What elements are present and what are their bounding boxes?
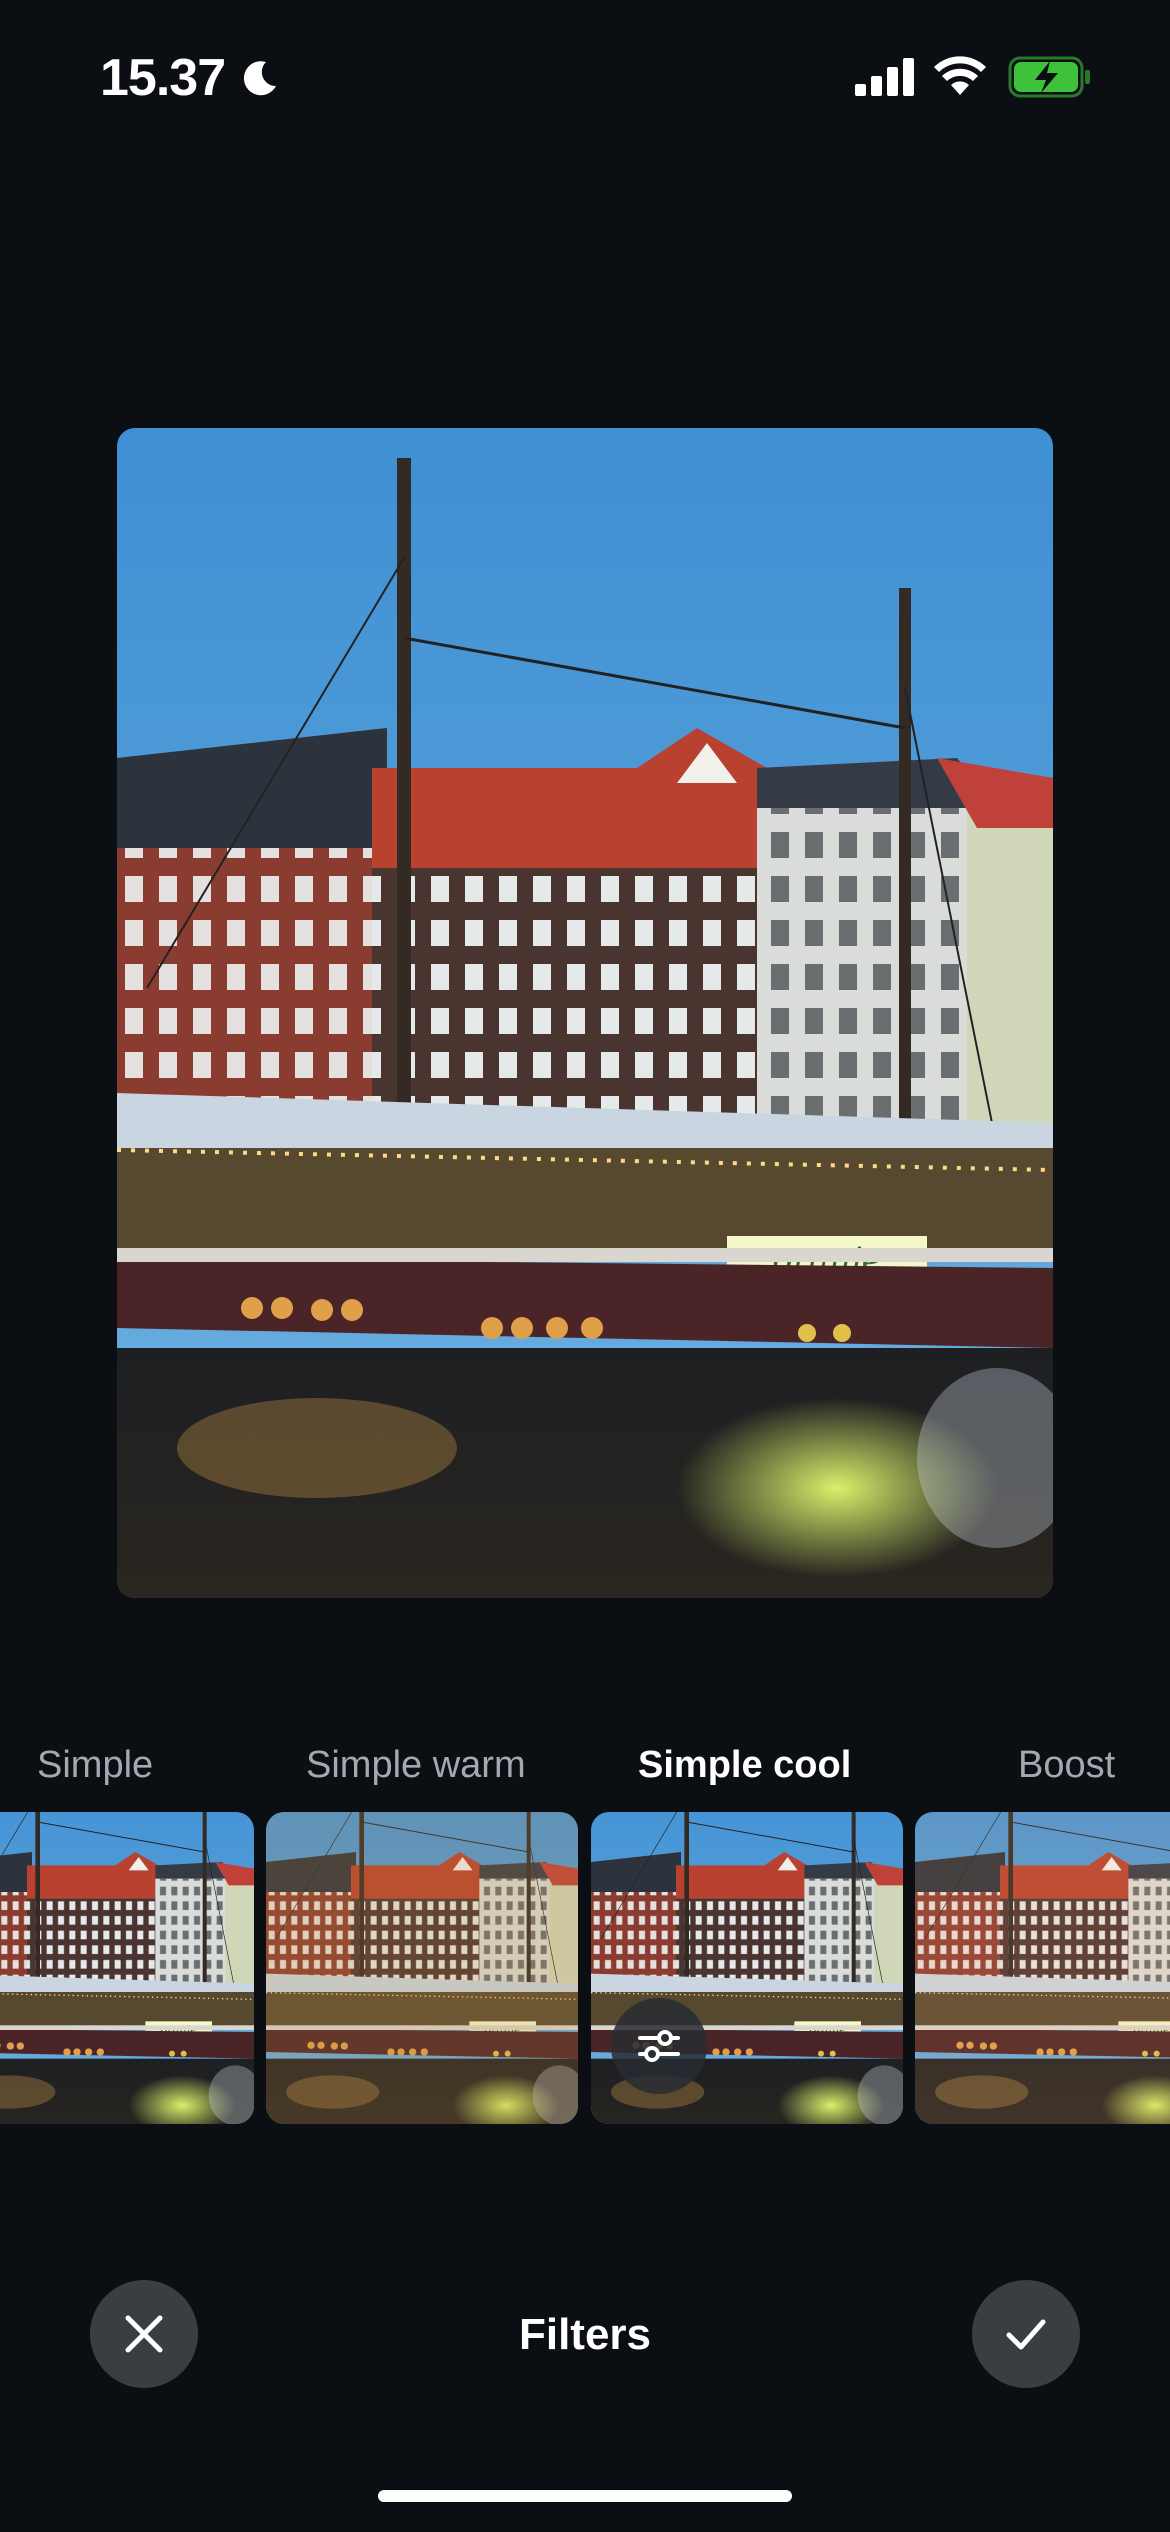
status-bar: 15.37	[0, 0, 1170, 150]
wifi-icon	[934, 56, 986, 95]
battery-charging-icon	[1008, 56, 1090, 98]
cellular-signal-icon	[855, 58, 914, 96]
filter-carousel[interactable]: Simple Simple warm Simple cool Boost	[0, 1730, 1170, 2130]
moon-icon	[243, 61, 276, 96]
filter-label-boost[interactable]: Boost	[1018, 1744, 1115, 1787]
bottom-toolbar: Filters	[0, 2280, 1170, 2390]
canal-boat-photo	[117, 428, 1053, 1598]
home-indicator[interactable]	[378, 2490, 792, 2502]
filter-label-simple-warm[interactable]: Simple warm	[306, 1744, 526, 1787]
thumbnail-image	[0, 1812, 254, 2124]
status-time: 15.37	[100, 49, 226, 107]
adjust-filter-button[interactable]	[611, 1998, 707, 2094]
thumbnail-image	[915, 1812, 1170, 2124]
filter-label-simple-cool[interactable]: Simple cool	[638, 1744, 851, 1787]
filter-thumbnail-boost[interactable]	[915, 1812, 1170, 2124]
filter-label-simple[interactable]: Simple	[37, 1744, 153, 1787]
sliders-icon	[638, 2030, 680, 2062]
photo-preview	[117, 428, 1053, 1598]
confirm-button[interactable]	[972, 2280, 1080, 2388]
thumbnail-image	[266, 1812, 578, 2124]
checkmark-icon	[1006, 2319, 1046, 2350]
filter-thumbnail-simple[interactable]	[0, 1812, 254, 2124]
filter-thumbnail-simple-warm[interactable]	[266, 1812, 578, 2124]
